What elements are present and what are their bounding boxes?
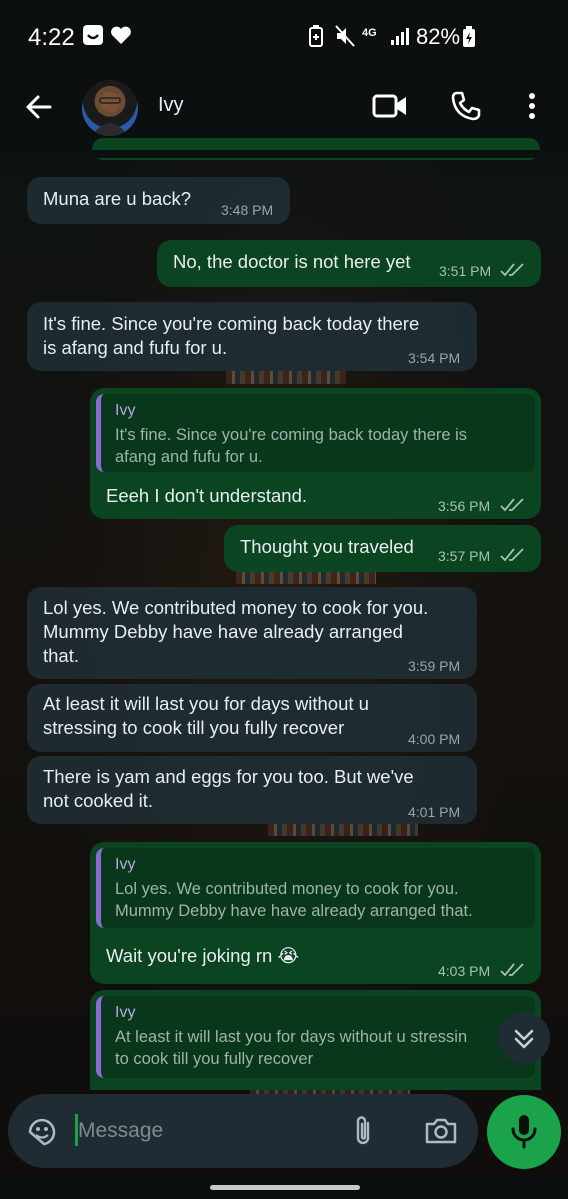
message-text-line: not cooked it. — [43, 790, 154, 811]
quoted-message[interactable]: Ivy At least it will last you for days w… — [96, 996, 535, 1078]
avatar[interactable] — [82, 80, 138, 136]
read-receipt-icon — [500, 262, 526, 283]
heart-icon — [110, 25, 132, 50]
signal-icon — [390, 26, 410, 51]
mic-button[interactable] — [487, 1095, 561, 1169]
quoted-text-line: afang and fufu for u. — [115, 448, 263, 466]
battery-level: 82% — [416, 24, 461, 49]
network-type: 4G — [362, 27, 377, 39]
message-outgoing[interactable]: No, the doctor is not here yet 3:51 PM — [157, 240, 541, 287]
message-text-line: There is yam and eggs for you too. But w… — [43, 766, 414, 787]
message-text-line: Lol yes. We contributed money to cook fo… — [43, 597, 429, 618]
message-text-line: Mummy Debby have have already arranged — [43, 621, 403, 642]
video-call-icon[interactable] — [372, 90, 408, 127]
message-incoming[interactable]: At least it will last you for days witho… — [27, 684, 477, 752]
message-text-line: stressing to cook till you fully recover — [43, 717, 345, 738]
quoted-text-line: to cook till you fully recover — [115, 1050, 314, 1068]
voice-call-icon[interactable] — [450, 90, 482, 127]
message-text: Muna are u back? — [43, 188, 192, 209]
quoted-message[interactable]: Ivy It's fine. Since you're coming back … — [96, 394, 535, 472]
attach-icon[interactable] — [350, 1114, 378, 1153]
message-text: Wait you're joking rn 😭 — [106, 945, 300, 966]
message-text: Thought you traveled — [240, 536, 414, 557]
read-receipt-icon — [500, 497, 526, 518]
message-time: 3:48 PM — [221, 202, 274, 218]
quoted-sender: Ivy — [115, 856, 136, 873]
more-options-icon[interactable] — [522, 90, 542, 127]
message-text-line: is afang and fufu for u. — [43, 337, 228, 358]
mic-icon — [509, 1113, 539, 1156]
message-input[interactable]: Message — [78, 1119, 163, 1143]
message-text: Eeeh I don't understand. — [106, 485, 308, 506]
message-outgoing-reply[interactable]: Ivy At least it will last you for days w… — [90, 990, 541, 1090]
message-text: No, the doctor is not here yet — [173, 251, 411, 272]
message-time: 3:54 PM — [408, 350, 461, 366]
quoted-sender: Ivy — [115, 402, 136, 419]
message-incoming[interactable]: Lol yes. We contributed money to cook fo… — [27, 587, 477, 679]
message-outgoing-reply[interactable]: Ivy Lol yes. We contributed money to coo… — [90, 842, 541, 984]
scroll-down-icon[interactable] — [498, 1012, 550, 1064]
read-receipt-icon — [500, 547, 526, 568]
message-outgoing-reply[interactable]: Ivy It's fine. Since you're coming back … — [90, 388, 541, 519]
quoted-message[interactable]: Ivy Lol yes. We contributed money to coo… — [96, 848, 535, 928]
message-time: 4:03 PM — [438, 963, 491, 979]
message-time: 4:01 PM — [408, 804, 461, 820]
back-arrow-icon[interactable] — [22, 90, 56, 124]
quoted-text-line: At least it will last you for days witho… — [115, 1028, 468, 1046]
contact-name[interactable]: Ivy — [158, 94, 184, 117]
quoted-text-line: It's fine. Since you're coming back toda… — [115, 426, 468, 444]
message-text-line: that. — [43, 645, 79, 666]
read-receipt-icon — [500, 962, 526, 983]
message-time: 3:56 PM — [438, 498, 491, 514]
mute-icon — [334, 24, 356, 53]
battery-saver-icon — [308, 24, 324, 53]
message-time: 3:57 PM — [438, 548, 491, 564]
home-gesture-pill[interactable] — [210, 1185, 360, 1190]
quoted-text-line: Mummy Debby have have already arranged t… — [115, 902, 473, 920]
message-time: 3:59 PM — [408, 658, 461, 674]
message-outgoing[interactable]: Thought you traveled 3:57 PM — [224, 525, 541, 572]
quoted-text-line: Lol yes. We contributed money to cook fo… — [115, 880, 459, 898]
message-text-line: It's fine. Since you're coming back toda… — [43, 313, 420, 334]
message-input-bar: Message — [8, 1094, 478, 1168]
sticker-icon[interactable] — [26, 1116, 58, 1153]
camera-icon[interactable] — [424, 1115, 458, 1152]
message-incoming[interactable]: It's fine. Since you're coming back toda… — [27, 302, 477, 371]
message-time: 3:51 PM — [439, 263, 492, 279]
message-time: 4:00 PM — [408, 731, 461, 747]
battery-charging-icon — [462, 26, 476, 53]
message-incoming[interactable]: There is yam and eggs for you too. But w… — [27, 756, 477, 824]
quoted-sender: Ivy — [115, 1004, 136, 1021]
status-time: 4:22 — [28, 24, 75, 51]
smile-notification-icon — [82, 24, 104, 51]
message-incoming[interactable]: Muna are u back? 3:48 PM — [27, 177, 290, 224]
status-bar: 4:22 4G 82% — [0, 0, 568, 76]
message-text-line: At least it will last you for days witho… — [43, 693, 369, 714]
